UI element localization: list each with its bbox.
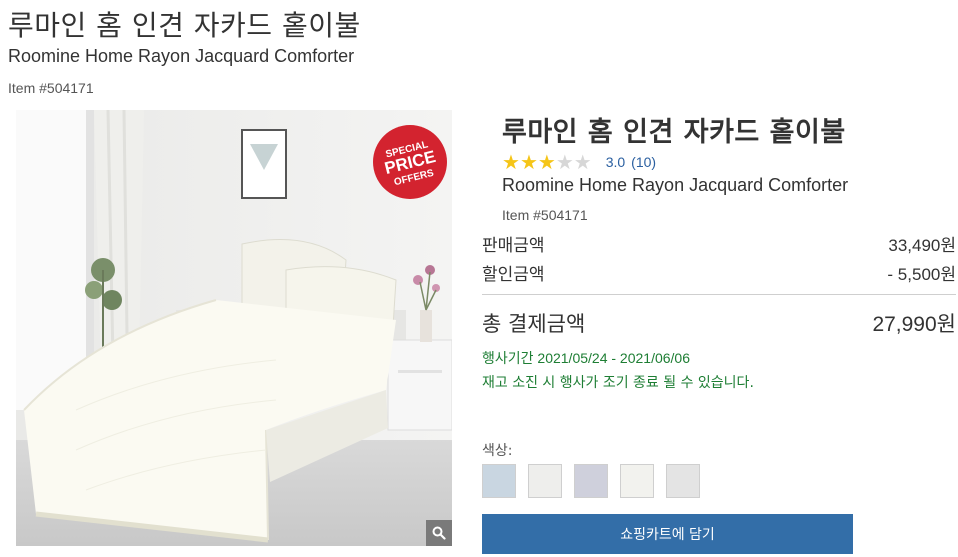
total-price-value: 27,990원 (872, 313, 956, 336)
color-swatch-gray-pattern[interactable] (666, 464, 700, 498)
color-swatch-ivory[interactable] (528, 464, 562, 498)
sale-price-row: 판매금액 33,490원 (482, 231, 956, 256)
sale-price-label: 판매금액 (482, 236, 545, 256)
magnifier-icon (432, 526, 446, 540)
product-subtitle: Roomine Home Rayon Jacquard Comforter (502, 175, 849, 195)
discount-value: - 5,500원 (887, 265, 956, 284)
color-swatch-lavender[interactable] (574, 464, 608, 498)
event-period: 행사기간 2021/05/24 - 2021/06/06 (482, 350, 690, 366)
rating-count[interactable]: (10) (631, 154, 656, 170)
star-icon: ★ (537, 150, 556, 174)
page-title: 루마인 홈 인견 자카드 홑이불 (8, 9, 361, 42)
sale-price-value: 33,490원 (888, 236, 956, 255)
divider (482, 294, 956, 295)
color-swatch-white-pattern[interactable] (620, 464, 654, 498)
special-price-badge: SPECIAL PRICE OFFERS (373, 125, 447, 199)
add-to-cart-button[interactable]: 쇼핑카트에 담기 (482, 514, 853, 554)
zoom-button[interactable] (426, 520, 452, 546)
rating-score[interactable]: 3.0 (606, 154, 625, 170)
item-number: Item #504171 (8, 80, 94, 96)
star-icon: ★ (519, 150, 538, 174)
total-price-label: 총 결제금액 (482, 312, 586, 336)
star-rating: ★ ★ ★ ★ ★ (502, 152, 592, 172)
color-swatches (482, 464, 700, 498)
star-icon: ★ (573, 150, 592, 174)
discount-row: 할인금액 - 5,500원 (482, 260, 956, 285)
product-title: 루마인 홈 인견 자카드 홑이불 (502, 117, 846, 148)
total-price-row: 총 결제금액 27,990원 (482, 308, 956, 338)
color-swatch-blue[interactable] (482, 464, 516, 498)
color-label: 색상: (482, 443, 513, 459)
discount-label: 할인금액 (482, 265, 545, 285)
rating[interactable]: ★ ★ ★ ★ ★ 3.0 (10) (502, 152, 656, 172)
star-icon: ★ (502, 150, 520, 174)
page-subtitle: Roomine Home Rayon Jacquard Comforter (8, 46, 355, 66)
product-item-number: Item #504171 (502, 207, 588, 223)
product-image[interactable]: SPECIAL PRICE OFFERS (16, 110, 452, 546)
star-icon: ★ (555, 150, 574, 174)
event-note: 재고 소진 시 행사가 조기 종료 될 수 있습니다. (482, 375, 754, 391)
